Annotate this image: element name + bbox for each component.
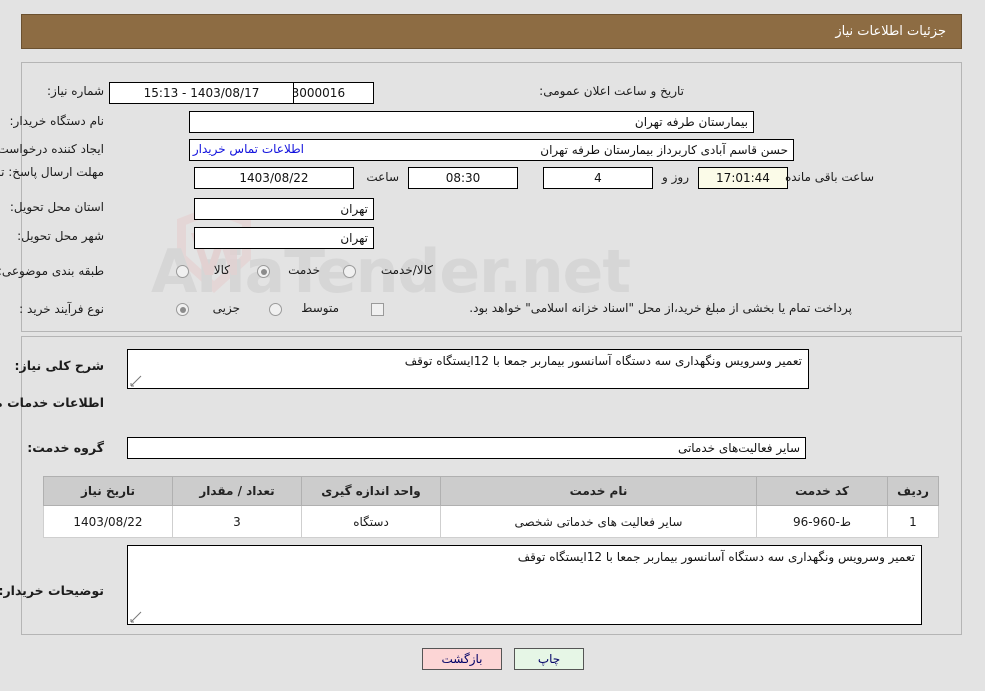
need-number-label: شماره نیاز: (48, 84, 105, 98)
resize-grip-icon[interactable] (131, 611, 143, 623)
radio-category-goods-label: کالا (214, 263, 231, 277)
subject-category-label: طبقه بندی موضوعی: (0, 264, 105, 278)
page-header-bar: جزئیات اطلاعات نیاز (22, 14, 963, 49)
deadline-time-value: 08:30 (409, 167, 519, 189)
cell-quantity: 3 (173, 505, 303, 538)
remaining-hours-label: ساعت باقی مانده (785, 170, 875, 184)
services-table: ردیف کد خدمت نام خدمت واحد اندازه گیری ت… (44, 476, 940, 538)
table-header-row: ردیف کد خدمت نام خدمت واحد اندازه گیری ت… (44, 476, 940, 506)
announce-date-value: 1403/08/17 - 15:13 (110, 82, 295, 104)
purchase-process-label: نوع فرآیند خرید : (20, 302, 105, 316)
deadline-label-line1: مهلت ارسال پاسخ: تا تاریخ: (0, 165, 105, 179)
col-header-row-no: ردیف (888, 476, 940, 506)
back-button[interactable]: بازگشت (423, 648, 503, 670)
cell-row-no: 1 (888, 505, 940, 538)
cell-service-code: ط-960-96 (757, 505, 889, 538)
buyer-notes-text: تعمیر وسرویس ونگهداری سه دستگاه آسانسور … (518, 550, 916, 564)
col-header-service-name: نام خدمت (441, 476, 758, 506)
delivery-city-value: تهران (195, 227, 375, 249)
cell-service-name: سایر فعالیت های خدماتی شخصی (441, 505, 758, 538)
services-section-heading: اطلاعات خدمات مورد نیاز (0, 395, 105, 410)
radio-category-goods[interactable] (177, 265, 190, 278)
radio-process-medium-label: متوسط (302, 301, 340, 315)
need-summary-label: شرح کلی نیاز: (15, 358, 105, 373)
cell-unit: دستگاه (302, 505, 442, 538)
need-summary-textarea[interactable]: تعمیر وسرویس ونگهداری سه دستگاه آسانسور … (128, 349, 810, 389)
countdown-value: 17:01:44 (699, 167, 789, 189)
service-group-value: سایر فعالیت‌های خدماتی (128, 437, 807, 459)
col-header-unit: واحد اندازه گیری (302, 476, 442, 506)
need-summary-text: تعمیر وسرویس ونگهداری سه دستگاه آسانسور … (405, 354, 803, 368)
deadline-hour-label: ساعت (367, 170, 400, 184)
delivery-province-label: استان محل تحویل: (10, 200, 105, 214)
radio-process-minor[interactable] (177, 303, 190, 316)
radio-category-goods-service-label: کالا/خدمت (381, 263, 434, 277)
delivery-city-label: شهر محل تحویل: (18, 229, 105, 243)
buyer-org-value: بیمارستان طرفه تهران (190, 111, 755, 133)
page-title: جزئیات اطلاعات نیاز (836, 24, 947, 39)
radio-process-medium[interactable] (270, 303, 283, 316)
buyer-org-label: نام دستگاه خریدار: (10, 114, 106, 128)
islamic-treasury-bonds-text: پرداخت تمام یا بخشی از مبلغ خرید،از محل … (470, 301, 853, 315)
radio-category-service[interactable] (258, 265, 271, 278)
radio-category-service-label: خدمت (289, 263, 321, 277)
buyer-notes-textarea[interactable]: تعمیر وسرویس ونگهداری سه دستگاه آسانسور … (128, 545, 923, 625)
service-group-label: گروه خدمت: (28, 440, 105, 455)
deadline-date-value: 1403/08/22 (195, 167, 355, 189)
table-row: 1 ط-960-96 سایر فعالیت های خدماتی شخصی د… (44, 505, 940, 538)
buyer-contact-link[interactable]: اطلاعات تماس خریدار (110, 142, 305, 156)
checkbox-islamic-treasury-bonds[interactable] (372, 303, 385, 316)
col-header-quantity: تعداد / مقدار (173, 476, 303, 506)
print-button[interactable]: چاپ (515, 648, 585, 670)
radio-process-minor-label: جزیی (213, 301, 241, 315)
col-header-service-code: کد خدمت (757, 476, 889, 506)
buyer-notes-label: توضیحات خریدار: (0, 583, 105, 598)
delivery-province-value: تهران (195, 198, 375, 220)
col-header-need-date: تاریخ نیاز (44, 476, 174, 506)
days-and-label: روز و (663, 170, 690, 184)
request-creator-label: ایجاد کننده درخواست: (0, 142, 105, 156)
cell-need-date: 1403/08/22 (44, 505, 174, 538)
remaining-days-value: 4 (544, 167, 654, 189)
resize-grip-icon[interactable] (131, 375, 143, 387)
radio-category-goods-service[interactable] (344, 265, 357, 278)
announce-date-label: تاریخ و ساعت اعلان عمومی: (540, 84, 685, 98)
